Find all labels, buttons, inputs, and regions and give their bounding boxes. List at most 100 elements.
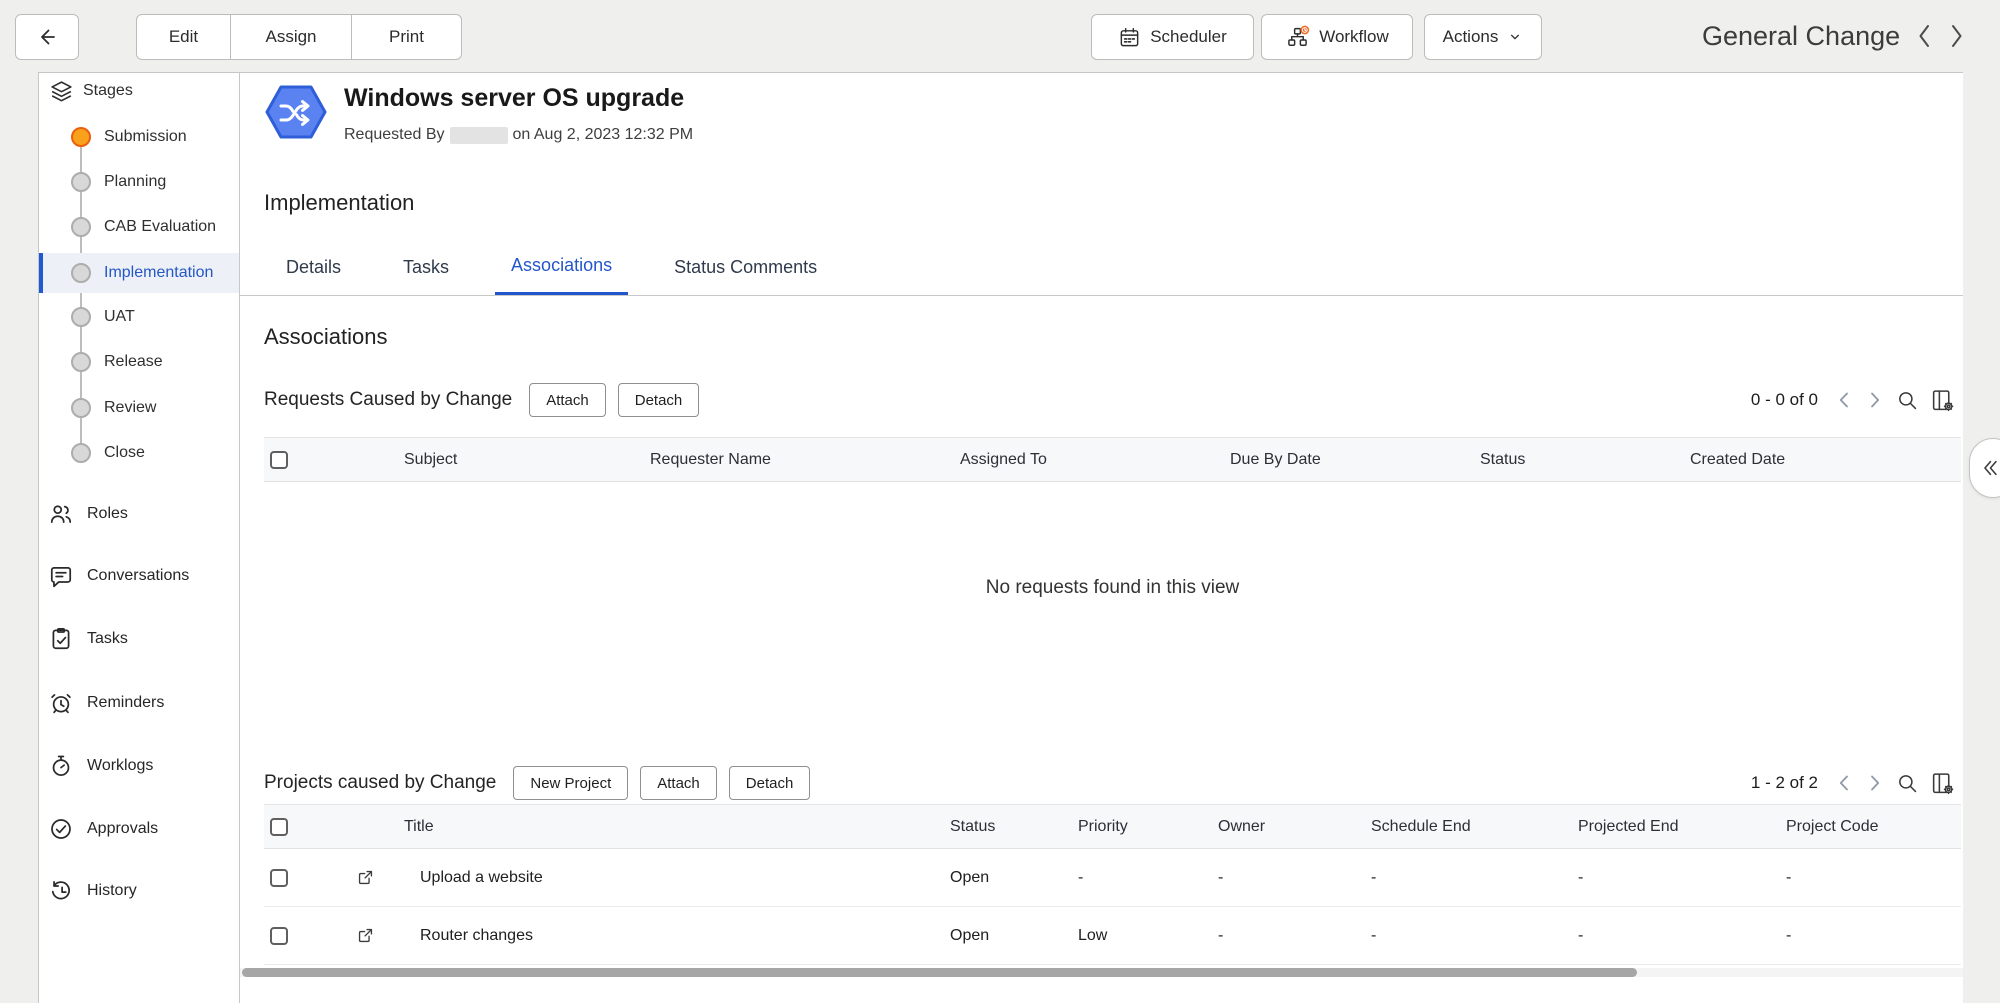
stage-item-implementation[interactable]: Implementation	[39, 253, 239, 293]
projects-list-title: Projects caused by Change	[264, 772, 496, 794]
sidebar-item-label: Approvals	[87, 820, 158, 838]
projects-pagination-text: 1 - 2 of 2	[1751, 773, 1818, 793]
collapse-panel-handle[interactable]	[1969, 438, 2000, 498]
chevron-down-icon	[1507, 29, 1523, 45]
column-settings-icon[interactable]	[1930, 388, 1955, 413]
project-title-link[interactable]: Upload a website	[404, 869, 950, 887]
stage-item-review[interactable]: Review	[39, 388, 239, 428]
column-header-requester-name[interactable]: Requester Name	[650, 451, 960, 469]
column-header-projected-end[interactable]: Projected End	[1578, 818, 1786, 836]
column-header-status[interactable]: Status	[950, 818, 1078, 836]
print-button[interactable]: Print	[351, 14, 462, 60]
edit-assign-print-group: Edit Assign Print	[136, 14, 462, 60]
requests-toolbar: Requests Caused by Change Attach Detach …	[264, 380, 1955, 420]
open-in-new-icon[interactable]	[326, 868, 404, 887]
select-all-checkbox[interactable]	[270, 451, 288, 469]
sidebar-item-approvals[interactable]: Approvals	[39, 807, 239, 851]
page-next-icon[interactable]	[1865, 389, 1885, 411]
stage-section-heading: Implementation	[264, 190, 414, 216]
requests-pagination: 0 - 0 of 0	[1751, 388, 1955, 413]
requests-detach-button[interactable]: Detach	[618, 383, 700, 417]
column-header-title[interactable]: Title	[404, 818, 950, 836]
stage-item-close[interactable]: Close	[39, 433, 239, 473]
tab-details[interactable]: Details	[270, 239, 357, 295]
requests-empty-message: No requests found in this view	[264, 577, 1961, 599]
requests-list-title: Requests Caused by Change	[264, 389, 512, 411]
row-checkbox[interactable]	[270, 927, 288, 945]
projects-detach-button[interactable]: Detach	[729, 766, 811, 800]
stage-label: Close	[104, 444, 145, 462]
stage-dot	[71, 172, 91, 192]
page-previous-icon[interactable]	[1834, 389, 1854, 411]
requests-attach-button[interactable]: Attach	[529, 383, 606, 417]
project-title-link[interactable]: Router changes	[404, 927, 950, 945]
sidebar-item-worklogs[interactable]: Worklogs	[39, 744, 239, 788]
sidebar-item-reminders[interactable]: Reminders	[39, 681, 239, 725]
new-project-button[interactable]: New Project	[513, 766, 628, 800]
change-type-title: General Change	[1702, 21, 1900, 52]
stages-title: Stages	[83, 82, 133, 100]
actions-button[interactable]: Actions	[1424, 14, 1542, 60]
column-header-subject[interactable]: Subject	[404, 451, 650, 469]
stage-item-planning[interactable]: Planning	[39, 162, 239, 202]
change-detail-screen: Edit Assign Print Scheduler	[0, 0, 2000, 1003]
row-checkbox[interactable]	[270, 869, 288, 887]
sidebar-item-conversations[interactable]: Conversations	[39, 554, 239, 598]
column-header-created-date[interactable]: Created Date	[1690, 451, 1961, 469]
project-code: -	[1786, 869, 1961, 887]
scheduler-label: Scheduler	[1150, 27, 1227, 47]
project-priority: Low	[1078, 927, 1218, 945]
column-header-assigned-to[interactable]: Assigned To	[960, 451, 1230, 469]
tab-status-comments[interactable]: Status Comments	[658, 239, 833, 295]
requests-table-header: Subject Requester Name Assigned To Due B…	[264, 437, 1961, 482]
actions-label: Actions	[1443, 27, 1499, 47]
column-header-schedule-end[interactable]: Schedule End	[1371, 818, 1578, 836]
workflow-button[interactable]: Workflow	[1261, 14, 1413, 60]
assign-button[interactable]: Assign	[230, 14, 352, 60]
sidebar-item-roles[interactable]: Roles	[39, 492, 239, 536]
sidebar-item-label: Reminders	[87, 694, 164, 712]
back-button[interactable]	[15, 14, 79, 60]
previous-change-button[interactable]	[1915, 21, 1933, 51]
open-in-new-icon[interactable]	[326, 926, 404, 945]
stage-item-release[interactable]: Release	[39, 342, 239, 382]
column-header-status[interactable]: Status	[1480, 451, 1690, 469]
change-subtitle: Requested By on Aug 2, 2023 12:32 PM	[344, 126, 693, 144]
edit-button[interactable]: Edit	[136, 14, 231, 60]
projects-attach-button[interactable]: Attach	[640, 766, 717, 800]
stage-tabs: Details Tasks Associations Status Commen…	[240, 239, 1963, 296]
column-header-project-code[interactable]: Project Code	[1786, 818, 1961, 836]
page-next-icon[interactable]	[1865, 772, 1885, 794]
project-priority: -	[1078, 869, 1218, 887]
sidebar-item-history[interactable]: History	[39, 869, 239, 913]
scheduler-button[interactable]: Scheduler	[1091, 14, 1254, 60]
stage-item-cab-evaluation[interactable]: CAB Evaluation	[39, 207, 239, 247]
stage-item-uat[interactable]: UAT	[39, 297, 239, 337]
column-header-owner[interactable]: Owner	[1218, 818, 1371, 836]
project-schedule-end: -	[1371, 927, 1578, 945]
search-icon[interactable]	[1896, 772, 1919, 795]
stage-dot	[71, 398, 91, 418]
column-header-due-by-date[interactable]: Due By Date	[1230, 451, 1480, 469]
projects-table: Title Status Priority Owner Schedule End…	[264, 804, 1961, 965]
approvals-icon	[48, 816, 74, 842]
search-icon[interactable]	[1896, 389, 1919, 412]
project-projected-end: -	[1578, 927, 1786, 945]
stage-label: CAB Evaluation	[104, 218, 216, 236]
roles-icon	[48, 501, 74, 527]
requester-name-redacted	[450, 127, 508, 144]
column-header-priority[interactable]: Priority	[1078, 818, 1218, 836]
stage-item-submission[interactable]: Submission	[39, 117, 239, 157]
sidebar-item-tasks[interactable]: Tasks	[39, 617, 239, 661]
conversations-icon	[48, 563, 74, 589]
layers-icon	[49, 79, 74, 104]
tab-tasks[interactable]: Tasks	[387, 239, 465, 295]
select-all-checkbox[interactable]	[270, 818, 288, 836]
tab-associations[interactable]: Associations	[495, 239, 628, 295]
stage-dot	[71, 217, 91, 237]
next-change-button[interactable]	[1948, 21, 1966, 51]
page-previous-icon[interactable]	[1834, 772, 1854, 794]
stage-label: UAT	[104, 308, 135, 326]
column-settings-icon[interactable]	[1930, 771, 1955, 796]
horizontal-scrollbar-thumb[interactable]	[242, 968, 1637, 977]
